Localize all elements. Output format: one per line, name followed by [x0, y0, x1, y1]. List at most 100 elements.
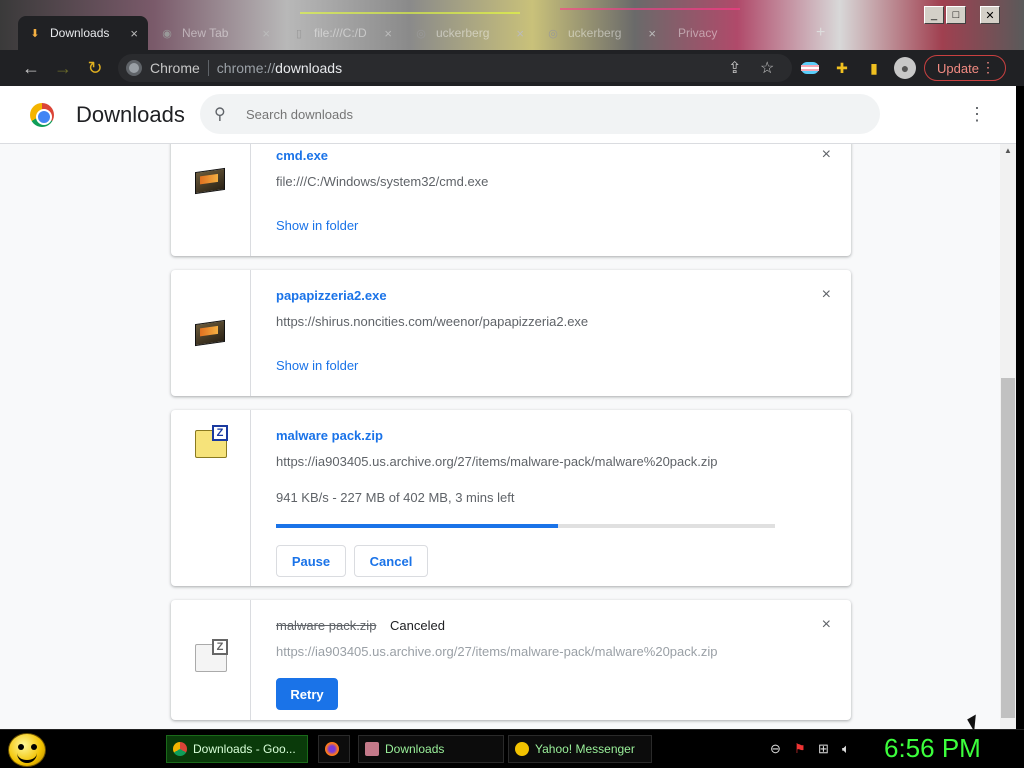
- taskbar-item-yahoo-messenger[interactable]: Yahoo! Messenger: [508, 735, 652, 763]
- file-icon-column: [171, 270, 251, 396]
- tab-title: uckerberg: [568, 26, 622, 40]
- show-in-folder-link[interactable]: Show in folder: [276, 358, 358, 373]
- download-icon: ⬇: [30, 27, 40, 40]
- address-bar[interactable]: Chrome chrome:// downloads ⇪ ☆: [118, 54, 792, 82]
- scrollbar-thumb[interactable]: [1001, 378, 1015, 718]
- chrome-icon: [173, 742, 187, 756]
- taskbar-clock[interactable]: 6:56 PM: [884, 733, 981, 764]
- close-window-button[interactable]: ✕: [980, 6, 1000, 24]
- download-progress-bar: [276, 524, 775, 528]
- new-tab-button[interactable]: +: [806, 16, 836, 50]
- menu-dots-icon[interactable]: ⋮: [981, 59, 995, 76]
- reload-button[interactable]: ↻: [80, 53, 110, 83]
- tray-flag-icon[interactable]: ⚑: [794, 741, 806, 757]
- chrome-icon: ◉: [162, 27, 172, 40]
- tab-privacy[interactable]: Privacy: [668, 16, 798, 50]
- browser-tab-strip: ⬇ Downloads × ◉ New Tab × ▯ file:///C:/D…: [0, 0, 1024, 50]
- retry-button[interactable]: Retry: [276, 678, 338, 710]
- tab-file[interactable]: ▯ file:///C:/D ×: [282, 16, 402, 50]
- forward-button[interactable]: →: [48, 53, 78, 83]
- side-panel-icon[interactable]: ▮: [864, 58, 884, 78]
- scroll-up-arrow-icon[interactable]: ▲: [1004, 146, 1012, 155]
- tab-title: file:///C:/D: [314, 26, 367, 40]
- tray-minus-icon[interactable]: ⊖: [770, 741, 781, 757]
- tab-title: New Tab: [182, 26, 229, 40]
- minimize-button[interactable]: _: [924, 6, 944, 24]
- update-button[interactable]: Update ⋮: [924, 55, 1006, 81]
- zip-file-icon: Z: [195, 425, 228, 458]
- taskbar-item-firefox[interactable]: [318, 735, 350, 763]
- back-button[interactable]: ←: [16, 53, 46, 83]
- tab-close-icon[interactable]: ×: [130, 26, 138, 41]
- tab-close-icon[interactable]: ×: [262, 26, 270, 41]
- window-border: [1016, 86, 1024, 729]
- download-url[interactable]: https://ia903405.us.archive.org/27/items…: [276, 454, 718, 469]
- download-item-in-progress: Z malware pack.zip https://ia903405.us.a…: [171, 410, 851, 586]
- search-box[interactable]: ⚲: [200, 94, 880, 134]
- tab-new-tab[interactable]: ◉ New Tab ×: [150, 16, 280, 50]
- downloads-list[interactable]: cmd.exe file:///C:/Windows/system32/cmd.…: [0, 144, 1000, 729]
- globe-icon: ◎: [416, 27, 426, 40]
- tab-title: Privacy: [678, 26, 718, 40]
- tab-close-icon[interactable]: ×: [384, 26, 392, 41]
- tab-downloads[interactable]: ⬇ Downloads ×: [18, 16, 148, 50]
- show-in-folder-link[interactable]: Show in folder: [276, 218, 358, 233]
- download-url[interactable]: https://shirus.noncities.com/weenor/papa…: [276, 314, 588, 329]
- forward-arrow-icon: →: [54, 57, 72, 78]
- divider: [207, 60, 209, 76]
- site-name: Chrome: [150, 60, 200, 76]
- remove-close-icon[interactable]: ×: [822, 616, 831, 634]
- more-actions-icon[interactable]: ⋮: [968, 104, 986, 125]
- zip-z-icon: Z: [212, 639, 228, 655]
- tray-volume-icon[interactable]: 🔈︎: [842, 741, 850, 757]
- download-filename[interactable]: cmd.exe: [276, 148, 328, 163]
- search-input[interactable]: [246, 94, 846, 134]
- taskbar-item-chrome[interactable]: Downloads - Goo...: [166, 735, 308, 763]
- search-icon: ⚲: [214, 106, 226, 123]
- update-label: Update: [937, 60, 979, 76]
- downloads-header: Downloads ⚲ ⋮: [0, 86, 1016, 144]
- bookmark-star-icon[interactable]: ☆: [760, 58, 774, 78]
- cancel-button[interactable]: Cancel: [354, 545, 428, 577]
- download-item: cmd.exe file:///C:/Windows/system32/cmd.…: [171, 144, 851, 256]
- tab-zuckerberg[interactable]: ◎ uckerberg ×: [404, 16, 534, 50]
- remove-close-icon[interactable]: ×: [822, 146, 831, 164]
- download-url[interactable]: file:///C:/Windows/system32/cmd.exe: [276, 174, 488, 189]
- download-progress-text: 941 KB/s - 227 MB of 402 MB, 3 mins left: [276, 490, 515, 505]
- skin-streak: [560, 8, 740, 10]
- taskbar-item-downloads-folder[interactable]: Downloads: [358, 735, 504, 763]
- share-icon[interactable]: ⇪: [728, 58, 741, 78]
- vertical-scrollbar[interactable]: ▲: [1000, 144, 1016, 729]
- globe-icon: ◎: [548, 27, 558, 40]
- download-filename[interactable]: papapizzeria2.exe: [276, 288, 387, 303]
- maximize-button[interactable]: □: [946, 6, 966, 24]
- file-icon-column: [171, 144, 251, 256]
- tab-close-icon[interactable]: ×: [648, 26, 656, 41]
- extensions-puzzle-icon[interactable]: ✚: [832, 58, 852, 78]
- skin-streak: [300, 12, 520, 14]
- tab-close-icon[interactable]: ×: [516, 26, 524, 41]
- profile-avatar-icon[interactable]: ●: [894, 57, 916, 79]
- download-item: papapizzeria2.exe https://shirus.nonciti…: [171, 270, 851, 396]
- browser-toolbar: ← → ↻ Chrome chrome:// downloads ⇪ ☆ ✚ ▮…: [0, 50, 1024, 86]
- start-button-smiley-icon[interactable]: [8, 733, 46, 767]
- taskbar-item-label: Yahoo! Messenger: [535, 742, 635, 756]
- taskbar: Downloads - Goo... Downloads Yahoo! Mess…: [0, 729, 1024, 768]
- tray-network-icon[interactable]: ⊞: [818, 741, 829, 757]
- zip-file-icon: Z: [195, 639, 228, 672]
- file-icon-column: Z: [171, 410, 251, 586]
- back-arrow-icon: ←: [22, 57, 40, 78]
- chrome-logo-icon: [30, 103, 54, 127]
- taskbar-item-label: Downloads: [385, 742, 445, 756]
- pause-button[interactable]: Pause: [276, 545, 346, 577]
- extension-flag-icon[interactable]: [800, 58, 820, 78]
- zip-z-icon: Z: [212, 425, 228, 441]
- tab-zuckerberg[interactable]: ◎ uckerberg ×: [536, 16, 666, 50]
- page-title: Downloads: [76, 102, 185, 127]
- exe-file-icon: [195, 167, 225, 195]
- download-filename: malware pack.zip: [276, 618, 377, 633]
- folder-icon: [365, 742, 379, 756]
- plus-icon: +: [816, 24, 826, 41]
- download-filename[interactable]: malware pack.zip: [276, 428, 383, 443]
- remove-close-icon[interactable]: ×: [822, 286, 831, 304]
